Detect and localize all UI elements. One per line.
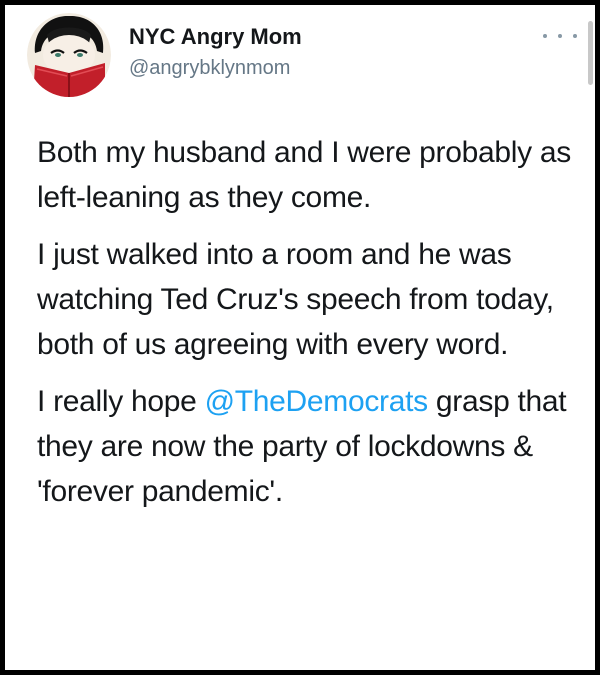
tweet-paragraph-2: I just walked into a room and he was wat…	[37, 238, 554, 361]
tweet-text-segment: I really hope	[37, 385, 205, 418]
tweet-card: NYC Angry Mom @angrybklynmom Both my hus…	[0, 0, 600, 675]
mention-link[interactable]: @TheDemocrats	[205, 385, 429, 418]
more-options-icon[interactable]	[543, 29, 577, 43]
author-handle[interactable]: @angrybklynmom	[129, 57, 290, 80]
tweet-paragraph-1: Both my husband and I were probably as l…	[37, 136, 571, 214]
scrollbar[interactable]	[588, 21, 593, 85]
tweet-paragraph-3: I really hope @TheDemocrats grasp that t…	[37, 379, 585, 514]
avatar[interactable]	[27, 13, 111, 97]
tweet-text: Both my husband and I were probably as l…	[37, 130, 585, 526]
avatar-woman-reading-icon	[27, 13, 111, 97]
author-display-name[interactable]: NYC Angry Mom	[129, 24, 302, 50]
